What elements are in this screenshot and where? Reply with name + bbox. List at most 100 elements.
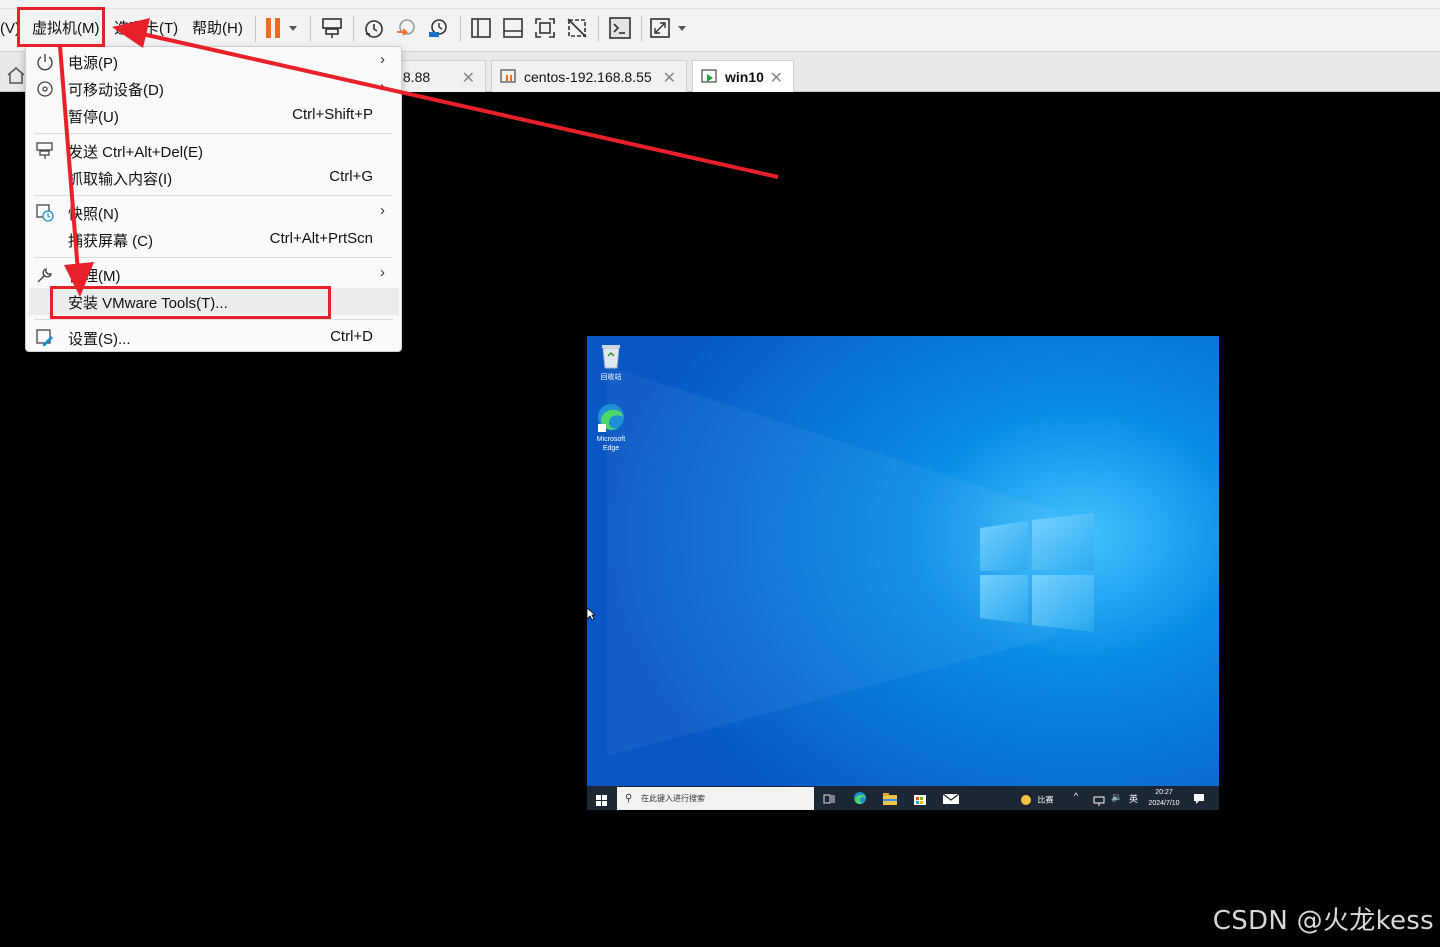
menu-item-grab-input[interactable]: 抓取输入内容(I) Ctrl+G bbox=[26, 164, 401, 191]
weather-widget[interactable]: 比赛 bbox=[1019, 791, 1053, 809]
take-snapshot-button[interactable] bbox=[360, 14, 388, 42]
windows-wallpaper bbox=[587, 336, 1219, 810]
toolbar-separator bbox=[598, 16, 599, 42]
ime-indicator[interactable]: 英 bbox=[1129, 792, 1138, 805]
notification-icon[interactable] bbox=[1193, 792, 1205, 810]
menu-separator bbox=[34, 133, 393, 134]
tab-label: win10 bbox=[725, 68, 764, 85]
disc-icon bbox=[37, 81, 53, 97]
pause-icon bbox=[266, 18, 297, 38]
menu-item-label: 电源(P) bbox=[68, 55, 118, 72]
vmware-window: (V) 虚拟机(M) 选项卡(T) 帮助(H) .8.88 ✕ centos-1… bbox=[0, 0, 1440, 947]
pause-button[interactable] bbox=[262, 14, 302, 42]
menu-tabs[interactable]: 选项卡(T) bbox=[114, 18, 178, 40]
toolbar-separator bbox=[641, 16, 642, 42]
close-icon[interactable]: ✕ bbox=[462, 68, 475, 88]
tab-win10[interactable]: win10 ✕ bbox=[692, 60, 794, 92]
file-explorer-icon[interactable] bbox=[883, 792, 897, 810]
chevron-up-icon[interactable]: ^ bbox=[1074, 791, 1078, 801]
snapshot-manager-button[interactable] bbox=[424, 14, 452, 42]
vm-icon bbox=[500, 68, 516, 83]
menu-item-shortcut: Ctrl+D bbox=[330, 328, 373, 345]
menu-separator bbox=[34, 319, 393, 320]
tab-centos[interactable]: centos-192.168.8.55 ✕ bbox=[491, 60, 687, 92]
windows-taskbar: ⚲ 在此键入进行搜索 比赛 ^ 🔉 英 20:27 2024/7/10 bbox=[587, 786, 1219, 810]
recycle-bin-desktop-icon[interactable]: 回收站 bbox=[589, 342, 633, 382]
weather-label: 比赛 bbox=[1037, 795, 1054, 805]
taskbar-clock[interactable]: 20:27 2024/7/10 bbox=[1144, 787, 1184, 809]
thumbnail-panel-icon bbox=[503, 18, 523, 38]
unity-button[interactable] bbox=[563, 14, 591, 42]
library-panel-icon bbox=[471, 18, 491, 38]
guest-desktop[interactable]: 回收站 Microsoft Edge ⚲ 在此键入进行搜索 比赛 ^ 🔉 英 2… bbox=[587, 336, 1219, 810]
stretch-icon bbox=[650, 18, 686, 38]
menu-item-send-ctrl-alt-del[interactable]: 发送 Ctrl+Alt+Del(E) bbox=[26, 137, 401, 164]
search-placeholder: 在此键入进行搜索 bbox=[641, 794, 705, 803]
menubar-toolbar: (V) 虚拟机(M) 选项卡(T) 帮助(H) bbox=[0, 0, 1440, 52]
menu-item-manage[interactable]: 管理(M) › bbox=[26, 261, 401, 288]
menu-item-label: 抓取输入内容(I) bbox=[68, 171, 173, 188]
menu-separator bbox=[34, 257, 393, 258]
edge-desktop-icon[interactable]: Microsoft Edge bbox=[589, 402, 633, 453]
tab-label: centos-192.168.8.55 bbox=[524, 68, 652, 85]
menu-help[interactable]: 帮助(H) bbox=[192, 18, 243, 40]
menu-item-label: 捕获屏幕 (C) bbox=[68, 233, 153, 250]
home-icon bbox=[7, 67, 25, 84]
desktop-icon-label: 回收站 bbox=[600, 374, 622, 381]
running-vm-icon bbox=[701, 68, 717, 83]
watermark: CSDN @火龙kess bbox=[1212, 906, 1434, 936]
edge-icon bbox=[598, 404, 624, 432]
network-icon[interactable] bbox=[1093, 793, 1105, 810]
wrench-icon bbox=[37, 268, 52, 283]
window-top-border bbox=[0, 8, 1440, 9]
send-cad-button[interactable] bbox=[318, 14, 346, 42]
console-button[interactable] bbox=[606, 14, 634, 42]
chevron-right-icon: › bbox=[380, 264, 385, 281]
toolbar-separator bbox=[255, 16, 256, 42]
store-icon[interactable] bbox=[913, 791, 927, 810]
windows-logo-icon bbox=[596, 795, 607, 806]
menu-item-power[interactable]: 电源(P) › bbox=[26, 48, 401, 75]
thumbnail-bar-button[interactable] bbox=[499, 14, 527, 42]
settings-icon bbox=[36, 329, 53, 346]
mail-icon[interactable] bbox=[942, 792, 960, 810]
mouse-cursor-icon bbox=[586, 607, 596, 621]
annotation-box-install-tools bbox=[50, 286, 331, 319]
menu-item-pause[interactable]: 暂停(U) Ctrl+Shift+P bbox=[26, 102, 401, 129]
snapshot-manager-icon bbox=[429, 19, 447, 37]
chevron-right-icon: › bbox=[380, 51, 385, 68]
taskbar-search-box[interactable]: ⚲ 在此键入进行搜索 bbox=[617, 787, 814, 810]
toolbar-separator bbox=[353, 16, 354, 42]
revert-snapshot-button[interactable] bbox=[392, 14, 420, 42]
close-icon[interactable]: ✕ bbox=[663, 68, 676, 88]
volume-icon[interactable]: 🔉 bbox=[1111, 792, 1122, 803]
menu-separator bbox=[34, 195, 393, 196]
chevron-right-icon: › bbox=[380, 202, 385, 219]
search-icon: ⚲ bbox=[625, 793, 633, 804]
toolbar-separator bbox=[460, 16, 461, 42]
annotation-box-vm-menu bbox=[17, 7, 105, 47]
fullscreen-icon bbox=[535, 18, 555, 38]
task-view-icon[interactable] bbox=[823, 792, 835, 804]
home-tab-button[interactable] bbox=[6, 66, 26, 89]
recycle-bin-icon bbox=[602, 345, 620, 369]
revert-snapshot-icon bbox=[397, 19, 415, 36]
menu-item-label: 可移动设备(D) bbox=[68, 82, 164, 99]
unity-disabled-icon bbox=[567, 18, 587, 38]
terminal-icon bbox=[609, 17, 631, 39]
fullscreen-button[interactable] bbox=[531, 14, 559, 42]
show-library-button[interactable] bbox=[467, 14, 495, 42]
menu-item-shortcut: Ctrl+G bbox=[329, 168, 373, 185]
menu-item-snapshot[interactable]: 快照(N) › bbox=[26, 199, 401, 226]
menu-item-settings[interactable]: 设置(S)... Ctrl+D bbox=[26, 324, 401, 351]
sun-icon bbox=[1021, 794, 1031, 805]
close-icon[interactable]: ✕ bbox=[770, 68, 783, 88]
chevron-right-icon: › bbox=[380, 78, 385, 95]
start-button[interactable] bbox=[596, 793, 607, 810]
menu-item-capture-screen[interactable]: 捕获屏幕 (C) Ctrl+Alt+PrtScn bbox=[26, 226, 401, 253]
menu-item-label: 暂停(U) bbox=[68, 109, 119, 126]
power-icon bbox=[37, 54, 53, 71]
menu-item-removable-devices[interactable]: 可移动设备(D) › bbox=[26, 75, 401, 102]
taskbar-edge-icon[interactable] bbox=[853, 791, 867, 810]
stretch-guest-button[interactable] bbox=[648, 14, 692, 42]
